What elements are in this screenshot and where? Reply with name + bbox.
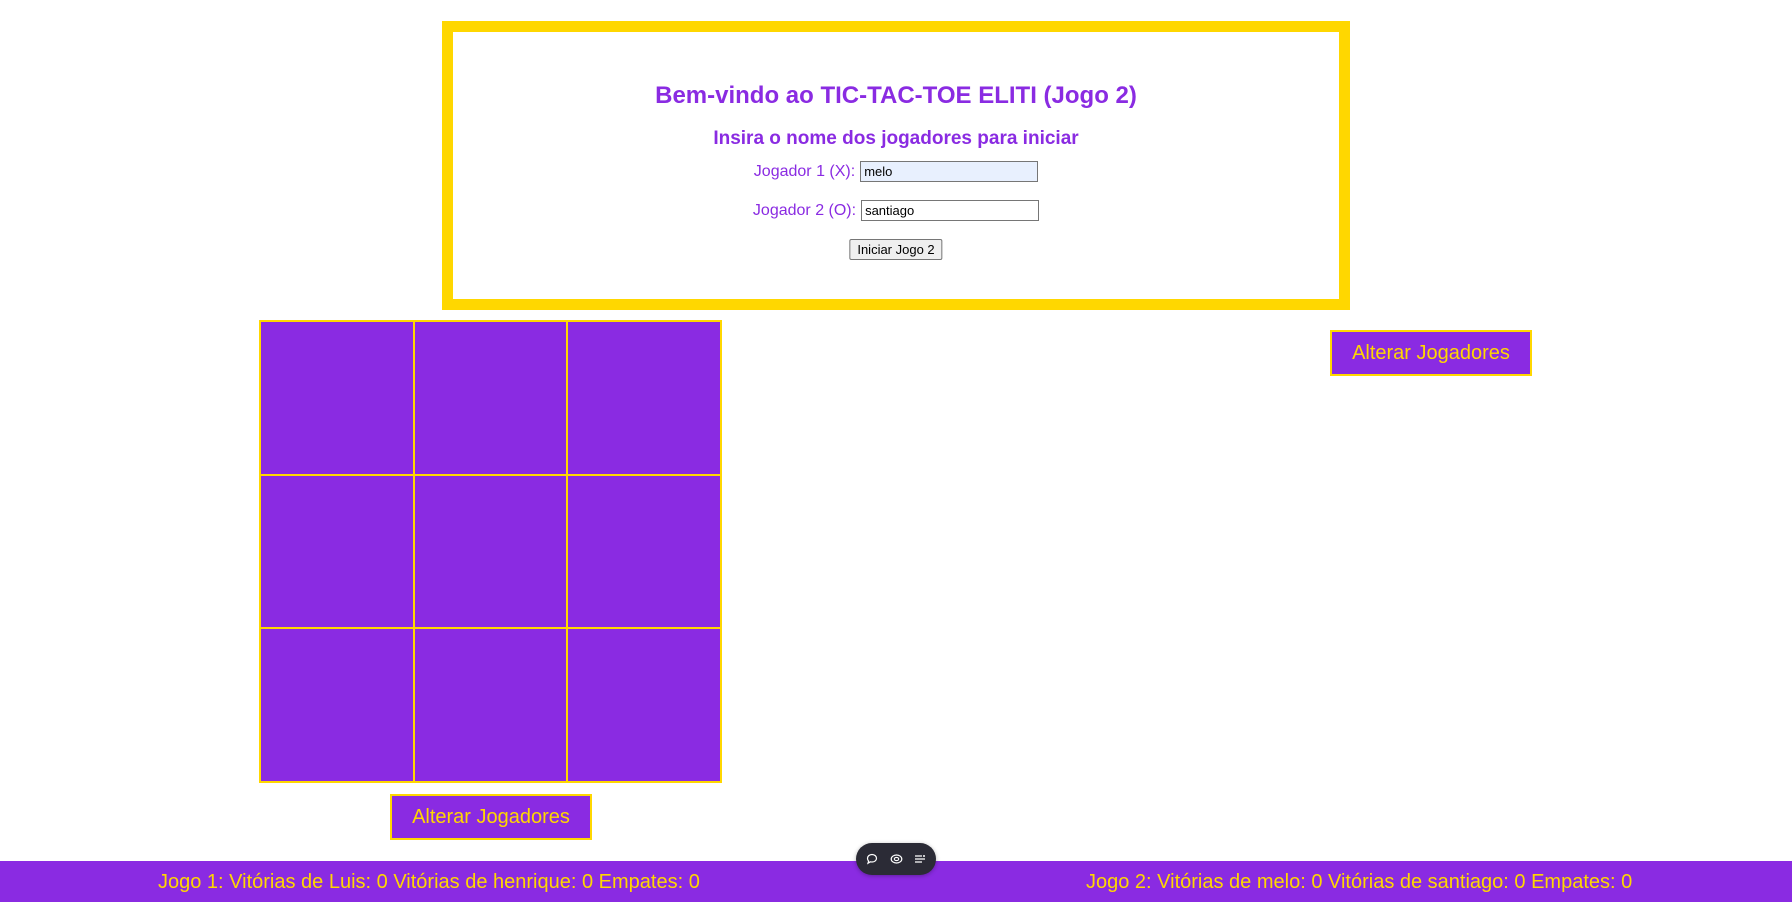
- game2-stats: Jogo 2: Vitórias de melo: 0 Vitórias de …: [1086, 871, 1633, 893]
- player2-name-input[interactable]: [861, 200, 1040, 221]
- board-cell-8[interactable]: [413, 628, 568, 782]
- board-cell-3[interactable]: [567, 321, 721, 475]
- board-cell-6[interactable]: [567, 474, 721, 629]
- player2-label: Jogador 2 (O):: [752, 201, 857, 219]
- chat-bubble-icon[interactable]: [865, 852, 879, 866]
- player1-row: Jogador 1 (X):: [453, 161, 1339, 182]
- page-title: Bem-vindo ao TIC-TAC-TOE ELITI (Jogo 2): [655, 82, 1137, 109]
- link-icon[interactable]: [889, 852, 903, 866]
- start-game-button[interactable]: Iniciar Jogo 2: [849, 239, 943, 260]
- board-cell-4[interactable]: [260, 474, 414, 629]
- board-cell-2[interactable]: [413, 321, 568, 475]
- floating-toolbar: [856, 843, 936, 875]
- board-cell-9[interactable]: [567, 628, 721, 782]
- setup-panel: Bem-vindo ao TIC-TAC-TOE ELITI (Jogo 2) …: [442, 21, 1350, 310]
- game-board: [259, 320, 722, 783]
- board-cell-1[interactable]: [260, 321, 414, 475]
- change-players-button-left[interactable]: Alterar Jogadores: [390, 794, 592, 840]
- player1-label: Jogador 1 (X):: [753, 162, 856, 180]
- player1-name-input[interactable]: [860, 161, 1039, 182]
- setup-subtitle: Insira o nome dos jogadores para iniciar: [713, 128, 1079, 149]
- game1-stats: Jogo 1: Vitórias de Luis: 0 Vitórias de …: [158, 871, 700, 893]
- board-cell-5[interactable]: [413, 474, 568, 629]
- board-cell-7[interactable]: [260, 628, 414, 782]
- player2-row: Jogador 2 (O):: [453, 200, 1339, 221]
- change-players-button-right[interactable]: Alterar Jogadores: [1330, 330, 1532, 376]
- menu-list-icon[interactable]: [913, 852, 927, 866]
